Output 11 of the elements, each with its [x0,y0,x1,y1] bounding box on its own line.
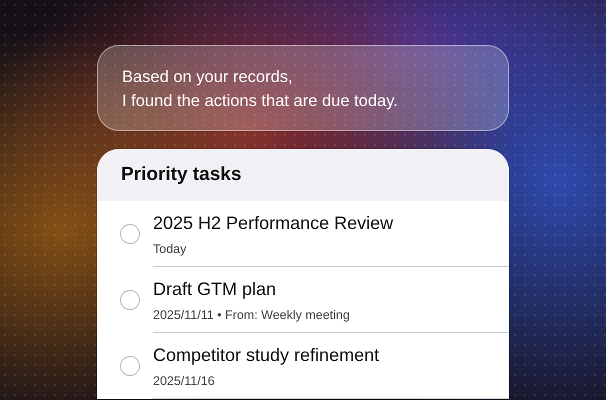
task-meta: 2025/11/11 • From: Weekly meeting [153,306,351,322]
task-checkbox[interactable] [120,290,140,310]
task-checkbox[interactable] [120,224,140,244]
task-meta: Today [153,240,188,256]
task-title: Competitor study refinement [153,344,380,366]
task-checkbox[interactable] [120,356,140,376]
task-title: Draft GTM plan [153,278,278,300]
task-meta: 2025/11/16 [153,372,216,388]
card-title: Priority tasks [121,162,242,187]
message-bubble: Based on your records, I found the actions that are due today. [97,45,509,131]
task-title: 2025 H2 Performance Review [153,212,394,234]
